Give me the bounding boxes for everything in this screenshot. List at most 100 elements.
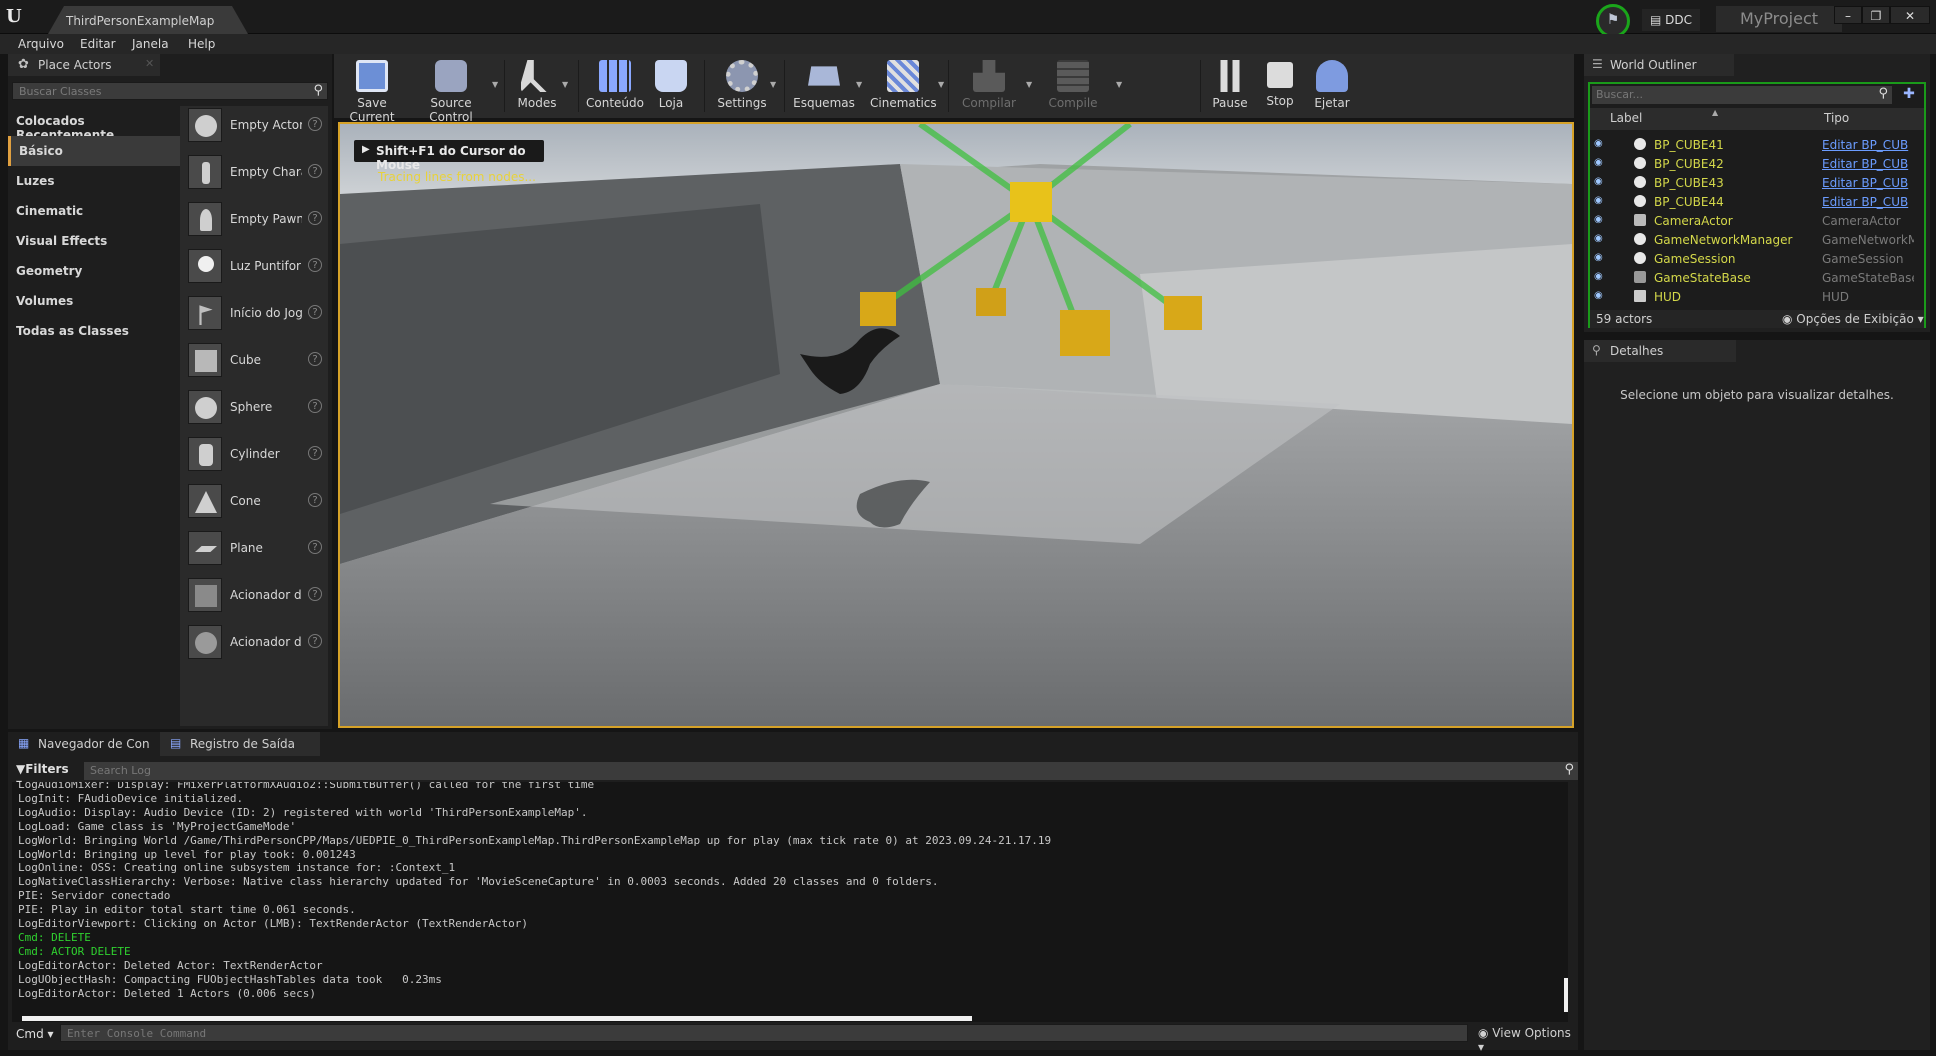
menu-editar[interactable]: Editar: [80, 37, 116, 51]
map-tab[interactable]: ThirdPersonExampleMap: [48, 6, 248, 34]
outliner-row[interactable]: ◉ BP_CUBE44 Editar BP_CUB: [1590, 193, 1916, 211]
actor-sphere[interactable]: Sphere?: [180, 388, 328, 426]
level-viewport[interactable]: Shift+F1 do Cursor do Mouse Tracing line…: [338, 122, 1574, 728]
tab-world-outliner[interactable]: ☰ World Outliner: [1584, 54, 1734, 76]
actor-empty-actor[interactable]: Empty Actor?: [180, 106, 328, 144]
actor-plane[interactable]: Plane?: [180, 529, 328, 567]
output-log-area[interactable]: LogAudioMixer: Display: FMixerPlatformXA…: [12, 782, 1568, 1022]
outliner-row[interactable]: ◉ GameNetworkManager GameNetworkM: [1590, 231, 1916, 249]
tab-place-actors[interactable]: ✿ Place Actors ✕: [8, 54, 160, 76]
outliner-view-options[interactable]: ◉ Opções de Exibição ▾: [1782, 312, 1924, 326]
menu-help[interactable]: Help: [188, 37, 215, 51]
help-icon[interactable]: ?: [308, 493, 322, 507]
column-type-header[interactable]: Tipo: [1824, 111, 1849, 125]
eye-icon[interactable]: ◉: [1594, 252, 1608, 263]
console-command-input[interactable]: Enter Console Command: [60, 1024, 1468, 1042]
eye-icon[interactable]: ◉: [1594, 214, 1608, 225]
category-volumes[interactable]: Volumes: [8, 286, 180, 316]
outliner-row[interactable]: ◉ GameStateBase GameStateBase: [1590, 269, 1916, 287]
category-cinematic[interactable]: Cinematic: [8, 196, 180, 226]
restore-button[interactable]: ❐: [1862, 6, 1890, 24]
chevron-down-icon[interactable]: ▼: [562, 80, 568, 89]
filters-button[interactable]: ▼Filters ▾: [16, 762, 74, 790]
help-icon[interactable]: ?: [308, 446, 322, 460]
outliner-row[interactable]: ◉ BP_CUBE41 Editar BP_CUB: [1590, 136, 1916, 154]
compile-button[interactable]: Compile ▼: [1036, 58, 1122, 116]
chevron-down-icon[interactable]: ▼: [856, 80, 862, 89]
add-folder-icon[interactable]: ✚: [1898, 86, 1920, 104]
outliner-row[interactable]: ◉ CameraActor CameraActor: [1590, 212, 1916, 230]
blueprints-button[interactable]: Esquemas ▼: [792, 58, 862, 116]
help-icon[interactable]: ?: [308, 399, 322, 413]
actor-point-light[interactable]: Luz Puntifor?: [180, 247, 328, 285]
marketplace-button[interactable]: Loja: [648, 58, 694, 116]
category-recent[interactable]: Colocados Recentemente: [8, 106, 180, 142]
chevron-down-icon[interactable]: ▼: [770, 80, 776, 89]
class-search-input[interactable]: Buscar Classes ⚲: [12, 82, 328, 100]
help-icon[interactable]: ?: [308, 164, 322, 178]
chevron-down-icon[interactable]: ▼: [492, 80, 498, 89]
eye-icon[interactable]: ◉: [1594, 176, 1608, 187]
log-view-options[interactable]: ◉ View Options ▾: [1478, 1026, 1578, 1054]
content-button[interactable]: Conteúdo: [586, 58, 644, 116]
category-all-classes[interactable]: Todas as Classes: [8, 316, 180, 346]
actor-sphere-trigger[interactable]: Acionador d?: [180, 623, 328, 661]
cmd-dropdown[interactable]: Cmd ▾: [16, 1027, 54, 1041]
build-button[interactable]: Compilar ▼: [956, 58, 1032, 116]
save-current-button[interactable]: Save Current: [340, 58, 404, 124]
eye-icon[interactable]: ◉: [1594, 138, 1608, 149]
close-tab-icon[interactable]: ✕: [145, 57, 154, 70]
outliner-row[interactable]: ◉ BP_CUBE42 Editar BP_CUB: [1590, 155, 1916, 173]
column-label-header[interactable]: Label: [1610, 111, 1642, 125]
minimize-button[interactable]: –: [1834, 6, 1862, 24]
outliner-row-type[interactable]: Editar BP_CUB: [1822, 176, 1914, 190]
settings-button[interactable]: Settings ▼: [712, 58, 776, 116]
tab-output-log[interactable]: ▤ Registro de Saída: [160, 732, 320, 756]
chevron-down-icon[interactable]: ▼: [1026, 80, 1032, 89]
actor-cube[interactable]: Cube?: [180, 341, 328, 379]
category-visual-effects[interactable]: Visual Effects: [8, 226, 180, 256]
source-control-status-icon[interactable]: ⚑: [1596, 4, 1630, 38]
eject-button[interactable]: Ejetar: [1310, 58, 1354, 116]
chevron-down-icon[interactable]: ▼: [938, 80, 944, 89]
tab-content-browser[interactable]: ▦ Navegador de Con: [8, 732, 154, 756]
menu-janela[interactable]: Janela: [132, 37, 169, 51]
help-icon[interactable]: ?: [308, 258, 322, 272]
actor-player-start[interactable]: Início do Jog?: [180, 294, 328, 332]
outliner-row[interactable]: ◉ HUD HUD: [1590, 288, 1916, 306]
help-icon[interactable]: ?: [308, 540, 322, 554]
help-icon[interactable]: ?: [308, 305, 322, 319]
outliner-row-type[interactable]: Editar BP_CUB: [1822, 157, 1914, 171]
eye-icon[interactable]: ◉: [1594, 233, 1608, 244]
help-icon[interactable]: ?: [308, 352, 322, 366]
actor-cylinder[interactable]: Cylinder?: [180, 435, 328, 473]
outliner-row-type[interactable]: Editar BP_CUB: [1822, 195, 1914, 209]
actor-empty-pawn[interactable]: Empty Pawn?: [180, 200, 328, 238]
chevron-down-icon[interactable]: ▼: [1116, 80, 1122, 89]
actor-cone[interactable]: Cone?: [180, 482, 328, 520]
horizontal-scrollbar[interactable]: [22, 1016, 972, 1021]
menu-arquivo[interactable]: Arquivo: [18, 37, 64, 51]
modes-button[interactable]: Modes ▼: [512, 58, 568, 116]
cinematics-button[interactable]: Cinematics ▼: [870, 58, 944, 116]
help-icon[interactable]: ?: [308, 211, 322, 225]
close-window-button[interactable]: ✕: [1890, 6, 1930, 24]
outliner-row[interactable]: ◉ GameSession GameSession: [1590, 250, 1916, 268]
actor-empty-character[interactable]: Empty Chara?: [180, 153, 328, 191]
outliner-row[interactable]: ◉ BP_CUBE43 Editar BP_CUB: [1590, 174, 1916, 192]
category-basic[interactable]: Básico: [8, 136, 180, 166]
category-lights[interactable]: Luzes: [8, 166, 180, 196]
log-search-input[interactable]: Search Log ⚲: [84, 762, 1578, 780]
eye-icon[interactable]: ◉: [1594, 195, 1608, 206]
help-icon[interactable]: ?: [308, 117, 322, 131]
category-geometry[interactable]: Geometry: [8, 256, 180, 286]
ddc-indicator[interactable]: ▤ DDC: [1642, 9, 1700, 31]
help-icon[interactable]: ?: [308, 634, 322, 648]
pause-button[interactable]: Pause: [1208, 58, 1252, 116]
outliner-search-input[interactable]: Buscar... ⚲: [1592, 86, 1892, 104]
eye-icon[interactable]: ◉: [1594, 290, 1608, 301]
vertical-scrollbar[interactable]: [1564, 978, 1568, 1012]
actor-box-trigger[interactable]: Acionador d?: [180, 576, 328, 614]
tab-details[interactable]: ⚲ Detalhes: [1584, 340, 1736, 362]
source-control-button[interactable]: Source Control ▼: [410, 58, 498, 124]
